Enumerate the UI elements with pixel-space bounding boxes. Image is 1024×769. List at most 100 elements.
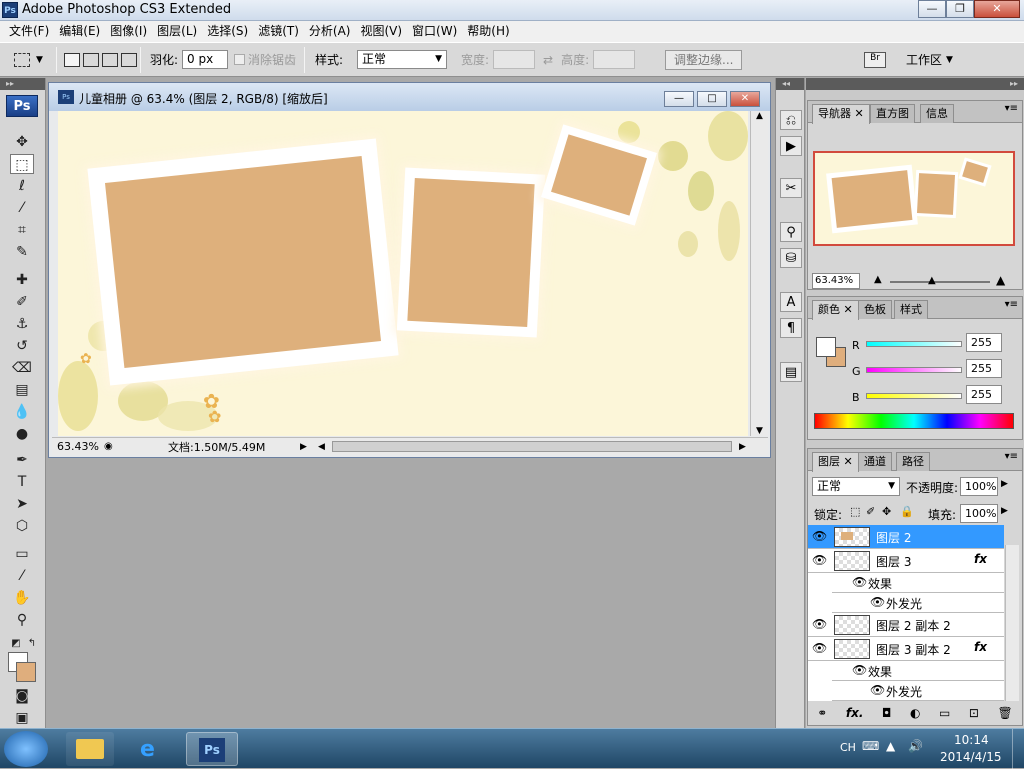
- tab-swatches[interactable]: 色板: [858, 300, 892, 319]
- add-mask-icon[interactable]: ◘: [882, 706, 892, 720]
- workspace-menu[interactable]: 工作区 ▼: [906, 43, 953, 76]
- color-spectrum-ramp[interactable]: [814, 413, 1014, 429]
- scroll-right-arrow-icon[interactable]: ▶: [739, 442, 746, 452]
- effect-item-row[interactable]: 👁 外发光: [832, 681, 1004, 701]
- quick-mask-icon[interactable]: ◙: [10, 686, 34, 706]
- toolbox-grip[interactable]: ▸▸: [0, 78, 45, 90]
- r-slider[interactable]: [866, 341, 962, 347]
- brushes-panel-icon[interactable]: ⚲: [780, 222, 802, 242]
- zoom-icon[interactable]: ⚲: [10, 610, 34, 630]
- vertical-scrollbar[interactable]: ▲ ▼: [750, 111, 768, 436]
- path-selection-icon[interactable]: ➤: [10, 494, 34, 514]
- eraser-icon[interactable]: ⌫: [10, 358, 34, 378]
- menu-view[interactable]: 视图(V): [355, 21, 407, 42]
- swap-arrows-icon[interactable]: ⇄: [543, 53, 553, 67]
- tool-preset-picker[interactable]: ▼: [14, 43, 43, 76]
- panel-menu-icon[interactable]: ▾≡: [1005, 451, 1018, 462]
- tab-styles[interactable]: 样式: [894, 300, 928, 319]
- tab-color[interactable]: 颜色 ✕: [812, 300, 859, 320]
- eye-icon[interactable]: 👁: [812, 641, 827, 655]
- actions-panel-icon[interactable]: ▶: [780, 136, 802, 156]
- shape-icon[interactable]: ⬡: [10, 516, 34, 536]
- menu-layer[interactable]: 图层(L): [152, 21, 202, 42]
- menu-help[interactable]: 帮助(H): [462, 21, 514, 42]
- antialias-checkbox[interactable]: [234, 54, 245, 65]
- eye-icon[interactable]: 👁: [812, 529, 827, 543]
- history-panel-icon[interactable]: ⎌: [780, 110, 802, 130]
- status-menu-icon[interactable]: ◉: [104, 441, 118, 452]
- menu-edit[interactable]: 编辑(E): [54, 21, 105, 42]
- start-button[interactable]: [4, 731, 48, 767]
- menu-window[interactable]: 窗口(W): [407, 21, 462, 42]
- lock-paint-icon[interactable]: ✐: [866, 505, 875, 518]
- image-canvas[interactable]: ✿ ✿ ✿: [58, 111, 748, 436]
- healing-brush-icon[interactable]: ✚: [10, 270, 34, 290]
- g-input[interactable]: 255: [966, 359, 1002, 378]
- slider-thumb-icon[interactable]: ▲: [928, 275, 936, 286]
- zoom-out-icon[interactable]: ▲: [874, 274, 882, 285]
- color-foreground-swatch[interactable]: [816, 337, 836, 357]
- notes-icon[interactable]: ▭: [10, 544, 34, 564]
- photoshop-taskbar-icon[interactable]: Ps: [186, 732, 238, 766]
- panel-menu-icon[interactable]: ▾≡: [1005, 299, 1018, 310]
- icon-strip-grip[interactable]: ◂◂: [776, 78, 804, 90]
- doc-minimize-button[interactable]: —: [664, 91, 694, 107]
- effects-row[interactable]: 👁 效果: [832, 661, 1004, 681]
- menu-select[interactable]: 选择(S): [202, 21, 253, 42]
- eye-icon[interactable]: 👁: [870, 595, 885, 609]
- close-button[interactable]: ✕: [974, 0, 1020, 18]
- navigator-zoom-slider[interactable]: [890, 281, 990, 283]
- lock-position-icon[interactable]: ✥: [882, 505, 891, 518]
- eye-icon[interactable]: 👁: [870, 683, 885, 697]
- style-select[interactable]: 正常 ▼: [357, 50, 448, 69]
- dock-grip[interactable]: ▸▸: [806, 78, 1024, 90]
- brush-icon[interactable]: ✐: [10, 292, 34, 312]
- new-layer-icon[interactable]: ⊡: [969, 706, 979, 720]
- clone-source-icon[interactable]: ⛁: [780, 248, 802, 268]
- new-selection-icon[interactable]: [64, 52, 80, 67]
- width-input[interactable]: [493, 50, 536, 69]
- effects-row[interactable]: 👁 效果: [832, 573, 1004, 593]
- menu-filter[interactable]: 滤镜(T): [253, 21, 304, 42]
- photo-frame-small[interactable]: [541, 124, 657, 226]
- tab-paths[interactable]: 路径: [896, 452, 930, 471]
- lock-transparent-icon[interactable]: ⬚: [850, 505, 860, 518]
- clone-stamp-icon[interactable]: ⚓: [10, 314, 34, 334]
- doc-maximize-button[interactable]: □: [697, 91, 727, 107]
- clock-time[interactable]: 10:14: [954, 733, 989, 747]
- layers-scrollbar[interactable]: [1005, 545, 1019, 701]
- language-indicator[interactable]: CH: [840, 741, 856, 754]
- layer-row[interactable]: 👁 图层 3 fx: [808, 549, 1004, 573]
- pen-icon[interactable]: ✒: [10, 450, 34, 470]
- magic-wand-icon[interactable]: ⁄: [10, 198, 34, 218]
- volume-icon[interactable]: 🔊: [908, 739, 923, 753]
- scroll-down-arrow-icon[interactable]: ▼: [751, 426, 768, 436]
- g-slider[interactable]: [866, 367, 962, 373]
- gradient-icon[interactable]: ▤: [10, 380, 34, 400]
- tool-presets-icon[interactable]: ✂: [780, 178, 802, 198]
- lock-all-icon[interactable]: 🔒: [900, 505, 914, 518]
- new-group-icon[interactable]: ▭: [939, 706, 950, 720]
- show-desktop-button[interactable]: [1012, 729, 1024, 769]
- rectangular-marquee-icon[interactable]: ⬚: [10, 154, 34, 174]
- zoom-in-icon[interactable]: ▲: [996, 273, 1005, 287]
- minimize-button[interactable]: —: [918, 0, 946, 18]
- eyedropper-icon[interactable]: ⁄: [10, 566, 34, 586]
- tab-channels[interactable]: 通道: [858, 452, 892, 471]
- paragraph-panel-icon[interactable]: ¶: [780, 318, 802, 338]
- b-input[interactable]: 255: [966, 385, 1002, 404]
- layer-row[interactable]: 👁 图层 3 副本 2 fx: [808, 637, 1004, 661]
- eye-icon[interactable]: 👁: [852, 663, 867, 677]
- bridge-icon[interactable]: Br: [864, 51, 886, 68]
- history-brush-icon[interactable]: ↺: [10, 336, 34, 356]
- add-style-icon[interactable]: fx.: [846, 706, 864, 720]
- horizontal-scrollbar[interactable]: [332, 441, 732, 452]
- navigator-preview[interactable]: [813, 151, 1015, 246]
- blur-icon[interactable]: 💧: [10, 402, 34, 422]
- scroll-left-arrow-icon[interactable]: ◀: [318, 442, 325, 452]
- character-panel-icon[interactable]: A: [780, 292, 802, 312]
- ie-taskbar-icon[interactable]: e: [128, 732, 176, 766]
- height-input[interactable]: [593, 50, 636, 69]
- doc-close-button[interactable]: ✕: [730, 91, 760, 107]
- subtract-selection-icon[interactable]: [102, 52, 118, 67]
